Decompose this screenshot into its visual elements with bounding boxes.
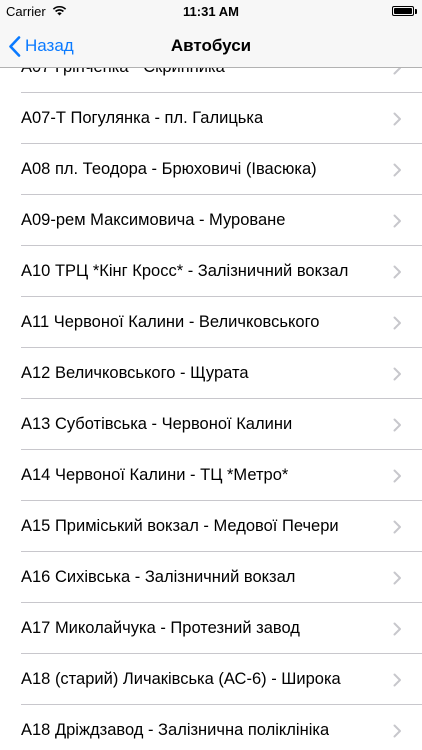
route-label: А07 Грінченка - Скрипника	[21, 68, 225, 77]
route-label: А12 Величковського - Щурата	[21, 364, 249, 382]
list-item[interactable]: А17 Миколайчука - Протезний завод	[0, 603, 422, 654]
list-item[interactable]: А08 пл. Теодора - Брюховичі (Івасюка)	[0, 144, 422, 195]
chevron-right-icon	[393, 673, 402, 687]
list-item[interactable]: А11 Червоної Калини - Величковського	[0, 297, 422, 348]
chevron-right-icon	[393, 520, 402, 534]
chevron-right-icon	[393, 163, 402, 177]
chevron-right-icon	[393, 214, 402, 228]
battery-icon	[392, 6, 414, 16]
status-time: 11:31 AM	[183, 4, 239, 19]
route-label: А09-рем Максимовича - Муроване	[21, 211, 286, 229]
chevron-right-icon	[393, 418, 402, 432]
route-label: А08 пл. Теодора - Брюховичі (Івасюка)	[21, 160, 317, 178]
navigation-bar: Назад Автобуси	[0, 24, 422, 68]
route-label: А18 (старий) Личаківська (АС-6) - Широка	[21, 670, 341, 688]
route-label: А10 ТРЦ *Кінг Кросс* - Залізничний вокза…	[21, 262, 349, 280]
route-label: А16 Сихівська - Залізничний вокзал	[21, 568, 296, 586]
route-label: А13 Суботівська - Червоної Калини	[21, 415, 293, 433]
route-label: А15 Приміський вокзал - Медової Печери	[21, 517, 339, 535]
route-label: А07-Т Погулянка - пл. Галицька	[21, 109, 264, 127]
route-label: А17 Миколайчука - Протезний завод	[21, 619, 300, 637]
route-label: А18 Дріждзавод - Залізнична поліклініка	[21, 721, 330, 739]
chevron-right-icon	[393, 469, 402, 483]
chevron-right-icon	[393, 622, 402, 636]
chevron-right-icon	[393, 316, 402, 330]
chevron-right-icon	[393, 724, 402, 738]
list-item[interactable]: А16 Сихівська - Залізничний вокзал	[0, 552, 422, 603]
list-item[interactable]: А14 Червоної Калини - ТЦ *Метро*	[0, 450, 422, 501]
route-label: А14 Червоної Калини - ТЦ *Метро*	[21, 466, 289, 484]
chevron-right-icon	[393, 112, 402, 126]
battery-tip	[415, 9, 417, 14]
list-item[interactable]: А18 (старий) Личаківська (АС-6) - Широка	[0, 654, 422, 705]
list-item[interactable]: А15 Приміський вокзал - Медової Печери	[0, 501, 422, 552]
chevron-right-icon	[393, 367, 402, 381]
route-label: А11 Червоної Калини - Величковського	[21, 313, 320, 331]
list-item[interactable]: А12 Величковського - Щурата	[0, 348, 422, 399]
chevron-right-icon	[393, 68, 402, 75]
chevron-right-icon	[393, 265, 402, 279]
list-item[interactable]: А13 Суботівська - Червоної Калини	[0, 399, 422, 450]
list-item[interactable]: А07-Т Погулянка - пл. Галицька	[0, 93, 422, 144]
chevron-right-icon	[393, 571, 402, 585]
battery-level	[394, 8, 412, 14]
routes-list-inner: А07 Грінченка - Скрипника А07-Т Погулянка…	[0, 68, 422, 750]
list-item[interactable]: А09-рем Максимовича - Муроване	[0, 195, 422, 246]
list-item[interactable]: А07 Грінченка - Скрипника	[0, 68, 422, 93]
list-item[interactable]: А10 ТРЦ *Кінг Кросс* - Залізничний вокза…	[0, 246, 422, 297]
routes-list: А07 Грінченка - Скрипника А07-Т Погулянка…	[0, 68, 422, 750]
page-title: Автобуси	[170, 36, 252, 55]
status-bar: Carrier 11:31 AM	[0, 0, 422, 24]
list-item[interactable]: А18 Дріждзавод - Залізнична поліклініка	[0, 705, 422, 750]
